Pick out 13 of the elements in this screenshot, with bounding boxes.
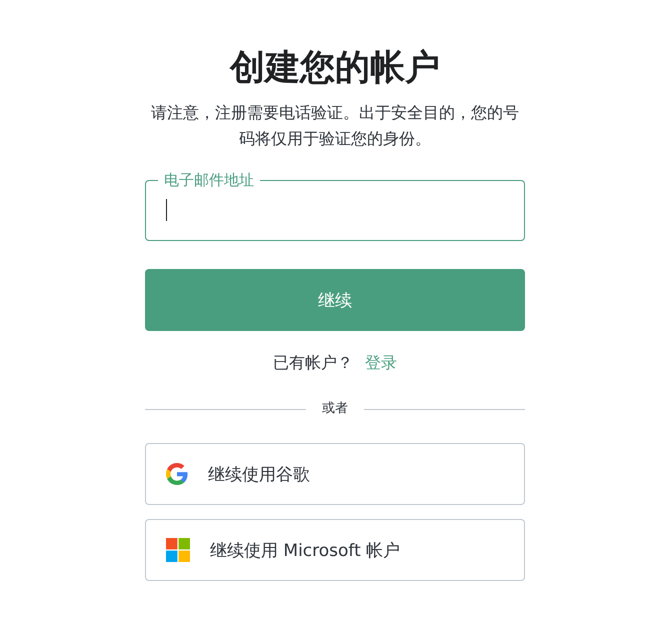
four-squares-icon — [166, 538, 190, 562]
text-cursor — [166, 199, 167, 221]
field-label: 电子邮件地址 — [163, 170, 255, 190]
divider-label: 或者 — [321, 400, 349, 418]
notice-text: 请注意，注册需要电话验证。出于安全目的，您的号码将仅用于验证您的身份。 — [151, 102, 519, 150]
login-prompt: 已有帐户？ — [273, 352, 353, 374]
sign-in-button[interactable]: 继续使用 Microsoft 帐户 — [145, 519, 525, 581]
sign-in-button[interactable]: 继续使用谷歌 — [145, 443, 525, 505]
login-link[interactable]: 登录 — [365, 351, 397, 375]
google-g-icon — [166, 463, 188, 485]
continue-button[interactable]: 继续 — [145, 269, 525, 331]
page-title: 创建您的帐户 — [230, 47, 440, 90]
email-field[interactable]: 电子邮件地址 — [145, 170, 525, 241]
